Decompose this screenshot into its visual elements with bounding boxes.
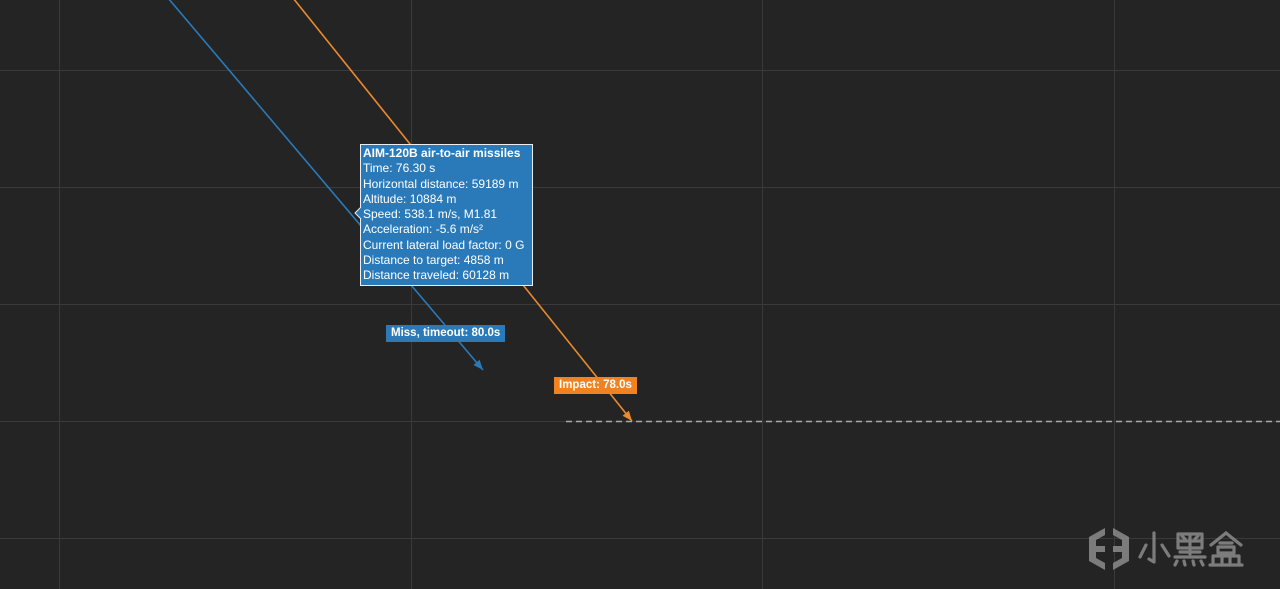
tooltip-row-label: Time: — [363, 161, 393, 176]
tooltip-pointer — [354, 206, 362, 220]
tooltip-row-label: Distance to target: — [363, 253, 461, 268]
tooltip-row-label: Distance traveled: — [363, 268, 460, 283]
tooltip-row-label: Current lateral load factor: — [363, 237, 502, 252]
tooltip-row-label: Acceleration: — [363, 222, 433, 237]
tooltip-row: Altitude: 10884 m — [363, 192, 530, 207]
miss-label: Miss, timeout: 80.0s — [386, 325, 506, 342]
tooltip-pointer-fill — [355, 207, 361, 219]
tooltip-row-value: 10884 m — [409, 191, 457, 206]
trajectory-chart: AIM-120B air-to-air missiles Time: 76.30… — [0, 0, 1280, 589]
tooltip-row: Speed: 538.1 m/s, M1.81 — [363, 207, 530, 222]
watermark — [1089, 528, 1244, 570]
tooltip-row: Distance traveled: 60128 m — [363, 268, 530, 283]
tooltip-row-value: 0 G — [505, 237, 525, 252]
tooltip-row-value: -5.6 m/s² — [435, 222, 484, 237]
tooltip-row: Acceleration: -5.6 m/s² — [363, 222, 530, 237]
tooltip-row-value: 60128 m — [462, 268, 510, 283]
tooltip: AIM-120B air-to-air missiles Time: 76.30… — [360, 144, 533, 286]
tooltip-row: Time: 76.30 s — [363, 161, 530, 176]
tooltip-row-label: Horizontal distance: — [363, 176, 469, 191]
impact-label: Impact: 78.0s — [554, 377, 637, 394]
plot-area — [0, 0, 1280, 589]
tooltip-row-value: 76.30 s — [395, 161, 436, 176]
tooltip-row: Distance to target: 4858 m — [363, 253, 530, 268]
tooltip-title: AIM-120B air-to-air missiles — [363, 146, 521, 160]
tooltip-row-value: 4858 m — [463, 253, 504, 268]
tooltip-row: Current lateral load factor: 0 G — [363, 238, 530, 253]
tooltip-row-label: Speed: — [363, 207, 402, 222]
tooltip-row-value: 538.1 m/s, M1.81 — [404, 207, 498, 222]
tooltip-row-value: 59189 m — [471, 176, 519, 191]
grid — [0, 0, 1280, 589]
tooltip-row-label: Altitude: — [363, 191, 407, 206]
xiaoheihe-logo-icon — [1089, 528, 1129, 570]
tooltip-rows: Time: 76.30 s Horizontal distance: 59189 … — [363, 161, 530, 283]
tooltip-row: Horizontal distance: 59189 m — [363, 177, 530, 192]
watermark-wordmark — [1138, 531, 1244, 567]
